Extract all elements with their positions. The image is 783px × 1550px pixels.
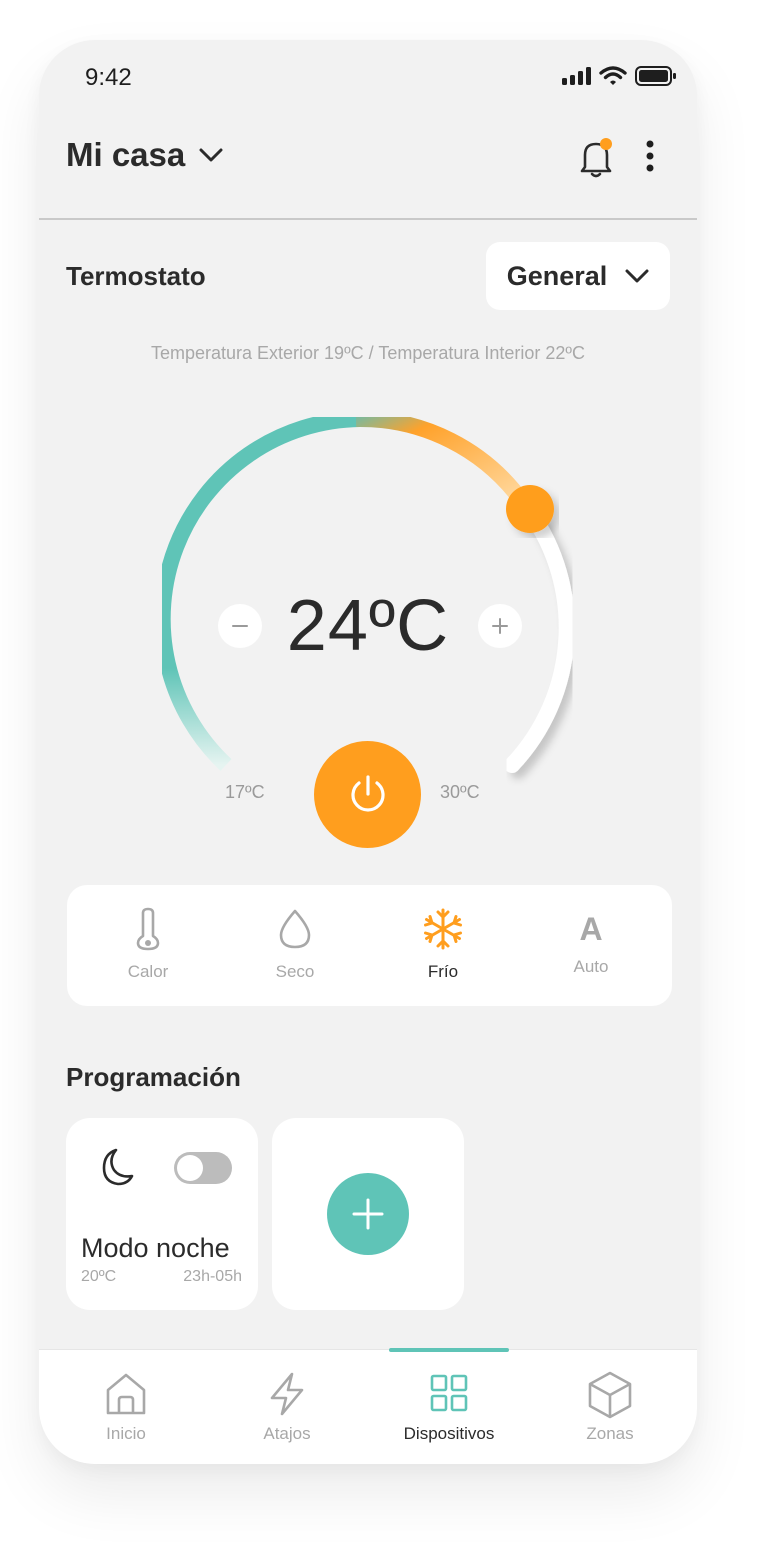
current-temperature: 24ºC (286, 586, 450, 666)
mode-frio[interactable]: Frío (388, 907, 498, 982)
home-name: Mi casa (66, 136, 186, 173)
home-icon (106, 1373, 146, 1415)
tab-label: Inicio (106, 1424, 146, 1443)
zone-select-value: General (506, 260, 608, 291)
status-time: 9:42 (85, 64, 132, 91)
wifi-icon (599, 66, 627, 85)
notifications-button[interactable] (577, 136, 615, 178)
bell-icon (580, 138, 612, 178)
mode-auto[interactable]: A Auto (536, 907, 646, 977)
more-options-button[interactable] (640, 138, 660, 178)
snowflake-icon (424, 908, 462, 950)
max-temp-label: 30ºC (440, 782, 480, 802)
auto-icon: A (579, 911, 603, 947)
schedule-name: Modo noche (81, 1233, 230, 1263)
tab-atajos[interactable]: Atajos (205, 1350, 369, 1464)
zone-select[interactable]: General (486, 242, 670, 310)
lightning-icon (270, 1372, 304, 1416)
increase-temp-button[interactable] (478, 604, 522, 648)
bottom-tab-bar: Inicio Atajos Dispositivos Zonas (39, 1348, 697, 1464)
cube-icon (588, 1371, 632, 1419)
power-button[interactable] (314, 741, 421, 848)
toggle-knob (177, 1155, 203, 1181)
drop-icon (279, 909, 311, 949)
min-temp-label: 17ºC (225, 782, 265, 802)
thermostat-title: Termostato (66, 261, 206, 291)
mode-label: Seco (275, 962, 315, 981)
add-schedule-card[interactable] (272, 1118, 464, 1310)
schedule-hours: 23h-05h (183, 1268, 242, 1285)
chevron-down-icon (199, 148, 223, 162)
tab-inicio[interactable]: Inicio (44, 1350, 208, 1464)
schedule-card[interactable]: Modo noche 20ºC 23h-05h (66, 1118, 258, 1310)
schedule-toggle[interactable] (174, 1152, 232, 1184)
header-divider (39, 218, 697, 220)
thermometer-icon (136, 907, 160, 951)
mode-selector: Calor Seco Frío A Auto (67, 885, 672, 1006)
kebab-menu-icon (646, 140, 654, 172)
mode-label: Frío (427, 962, 459, 981)
battery-icon (635, 66, 676, 86)
mode-label: Auto (573, 957, 609, 976)
mode-seco[interactable]: Seco (240, 907, 350, 982)
tab-label: Dispositivos (403, 1424, 495, 1443)
power-icon (350, 774, 385, 812)
grid-icon (430, 1374, 468, 1412)
moon-icon (102, 1148, 134, 1186)
mode-label: Calor (127, 962, 169, 981)
schedule-title: Programación (66, 1062, 241, 1092)
signal-icon (562, 67, 591, 85)
plus-icon (352, 1198, 384, 1230)
plus-icon (492, 618, 508, 634)
phone-screen: 9:42 Mi casa Termostato General Temperat… (39, 40, 697, 1464)
add-schedule-button[interactable] (327, 1173, 409, 1255)
tab-dispositivos[interactable]: Dispositivos (367, 1350, 531, 1464)
schedule-temp: 20ºC (81, 1268, 117, 1285)
tab-label: Atajos (263, 1424, 311, 1443)
temperature-info: Temperatura Exterior 19ºC / Temperatura … (150, 343, 585, 363)
mode-calor[interactable]: Calor (93, 907, 203, 982)
chevron-down-icon (625, 269, 649, 283)
status-icons (561, 66, 677, 86)
tab-label: Zonas (586, 1424, 634, 1443)
tab-zonas[interactable]: Zonas (528, 1350, 692, 1464)
home-selector[interactable]: Mi casa (66, 136, 223, 174)
